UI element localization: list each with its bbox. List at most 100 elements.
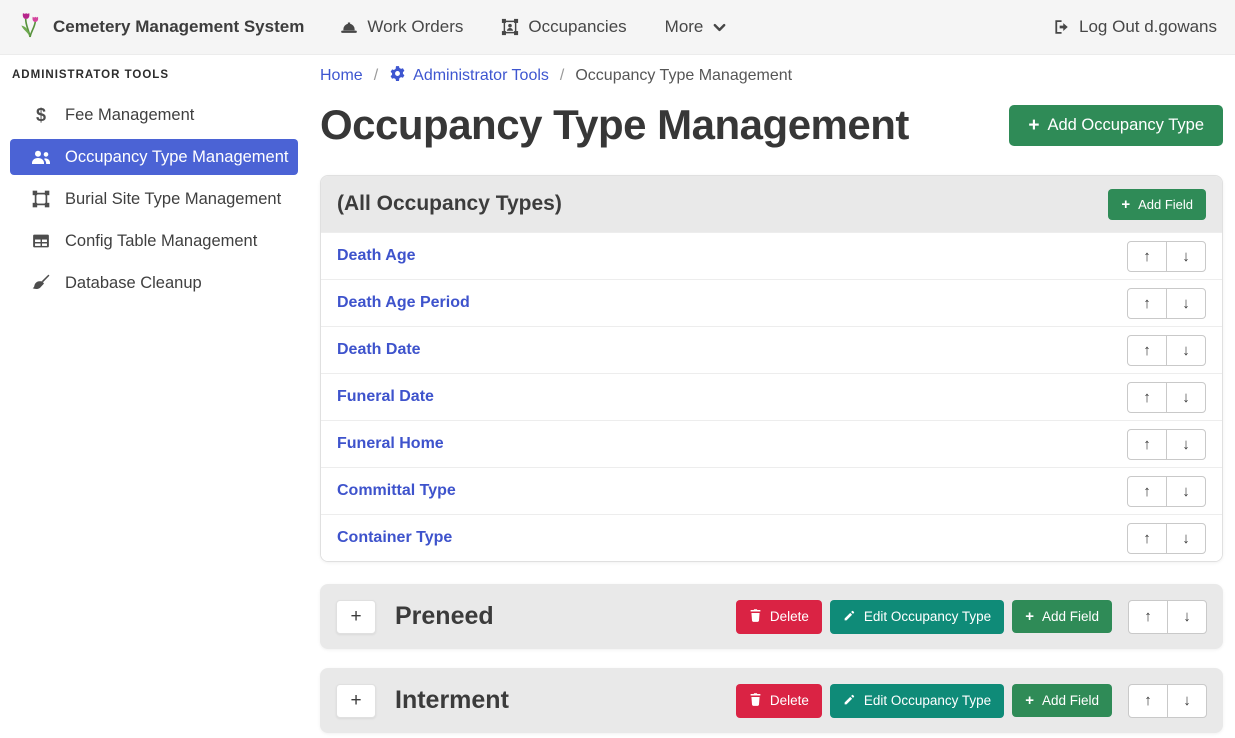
- section-title: Preneed: [395, 602, 494, 631]
- main-content: Home / Administrator Tools / Occupancy T…: [320, 55, 1223, 738]
- field-link-funeral-date[interactable]: Funeral Date: [337, 388, 434, 406]
- nav-item-more[interactable]: More: [665, 17, 728, 37]
- field-row: Funeral Date ↑ ↓: [321, 373, 1222, 420]
- plus-icon: +: [1121, 197, 1130, 212]
- dollar-icon: $: [30, 105, 52, 126]
- arrow-down-icon: ↓: [1183, 692, 1191, 709]
- all-occupancy-types-card: (All Occupancy Types) + Add Field Death …: [320, 175, 1223, 562]
- field-link-death-date[interactable]: Death Date: [337, 341, 421, 359]
- move-up-button[interactable]: ↑: [1127, 382, 1167, 413]
- edit-occupancy-type-button[interactable]: Edit Occupancy Type: [830, 600, 1004, 634]
- sidebar-item-occupancy-type-management[interactable]: Occupancy Type Management: [10, 139, 298, 175]
- move-down-button[interactable]: ↓: [1166, 476, 1206, 507]
- add-field-label: Add Field: [1042, 609, 1099, 624]
- arrow-up-icon: ↑: [1143, 342, 1151, 359]
- move-down-button[interactable]: ↓: [1166, 241, 1206, 272]
- move-up-button[interactable]: ↑: [1127, 523, 1167, 554]
- move-down-button[interactable]: ↓: [1167, 600, 1207, 634]
- move-up-button[interactable]: ↑: [1127, 241, 1167, 272]
- section-preneed: + Preneed Delete Edit Occupanc: [320, 584, 1223, 649]
- move-group: ↑ ↓: [1128, 684, 1207, 718]
- expand-button[interactable]: +: [336, 600, 376, 634]
- arrow-up-icon: ↑: [1143, 295, 1151, 312]
- sidebar-item-burial-site-type-management[interactable]: Burial Site Type Management: [10, 181, 298, 217]
- sidebar: ADMINISTRATOR TOOLS $ Fee Management Occ…: [0, 55, 310, 738]
- move-up-button[interactable]: ↑: [1127, 335, 1167, 366]
- move-up-button[interactable]: ↑: [1127, 288, 1167, 319]
- move-up-button[interactable]: ↑: [1127, 429, 1167, 460]
- users-icon: [30, 149, 52, 165]
- sidebar-item-config-table-management[interactable]: Config Table Management: [10, 223, 298, 259]
- breadcrumb-current: Occupancy Type Management: [575, 67, 792, 85]
- delete-button[interactable]: Delete: [736, 684, 822, 718]
- breadcrumb-home-link[interactable]: Home: [320, 67, 363, 85]
- plus-icon: +: [350, 690, 361, 712]
- nav-item-label: Work Orders: [367, 17, 463, 37]
- move-group: ↑ ↓: [1127, 335, 1206, 366]
- arrow-down-icon: ↓: [1183, 608, 1191, 625]
- move-group: ↑ ↓: [1127, 429, 1206, 460]
- nav-item-work-orders[interactable]: Work Orders: [340, 17, 463, 37]
- move-down-button[interactable]: ↓: [1166, 288, 1206, 319]
- logout-label: Log Out d.gowans: [1079, 17, 1217, 37]
- breadcrumb: Home / Administrator Tools / Occupancy T…: [320, 65, 1223, 87]
- plus-icon: +: [350, 606, 361, 628]
- move-up-button[interactable]: ↑: [1128, 600, 1168, 634]
- field-link-funeral-home[interactable]: Funeral Home: [337, 435, 444, 453]
- arrow-down-icon: ↓: [1182, 342, 1190, 359]
- move-down-button[interactable]: ↓: [1166, 382, 1206, 413]
- delete-button[interactable]: Delete: [736, 600, 822, 634]
- add-field-button[interactable]: + Add Field: [1108, 189, 1206, 220]
- sidebar-item-label: Fee Management: [65, 106, 194, 125]
- field-link-container-type[interactable]: Container Type: [337, 529, 452, 547]
- move-down-button[interactable]: ↓: [1167, 684, 1207, 718]
- move-down-button[interactable]: ↓: [1166, 523, 1206, 554]
- field-row: Container Type ↑ ↓: [321, 514, 1222, 561]
- field-row: Funeral Home ↑ ↓: [321, 420, 1222, 467]
- sidebar-item-database-cleanup[interactable]: Database Cleanup: [10, 265, 298, 301]
- broom-icon: [30, 274, 52, 292]
- arrow-up-icon: ↑: [1143, 530, 1151, 547]
- nav-item-label: More: [665, 17, 704, 37]
- pencil-icon: [843, 693, 856, 709]
- nav-item-logout[interactable]: Log Out d.gowans: [1052, 17, 1217, 37]
- expand-button[interactable]: +: [336, 684, 376, 718]
- field-link-death-age[interactable]: Death Age: [337, 247, 416, 265]
- sidebar-item-fee-management[interactable]: $ Fee Management: [10, 97, 298, 133]
- breadcrumb-admin-tools-link[interactable]: Administrator Tools: [389, 65, 549, 87]
- sign-out-icon: [1052, 18, 1070, 36]
- pencil-icon: [843, 609, 856, 625]
- section-actions: Delete Edit Occupancy Type + Add Field ↑…: [736, 684, 1207, 718]
- arrow-down-icon: ↓: [1182, 295, 1190, 312]
- trash-icon: [749, 609, 762, 625]
- edit-occupancy-type-button[interactable]: Edit Occupancy Type: [830, 684, 1004, 718]
- move-up-button[interactable]: ↑: [1128, 684, 1168, 718]
- trash-icon: [749, 693, 762, 709]
- top-navbar: Cemetery Management System Work Orders: [0, 0, 1235, 55]
- arrow-up-icon: ↑: [1143, 389, 1151, 406]
- move-down-button[interactable]: ↓: [1166, 335, 1206, 366]
- arrow-up-icon: ↑: [1143, 248, 1151, 265]
- section-actions: Delete Edit Occupancy Type + Add Field ↑…: [736, 600, 1207, 634]
- move-group: ↑ ↓: [1128, 600, 1207, 634]
- nav-item-occupancies[interactable]: Occupancies: [501, 17, 626, 37]
- move-up-button[interactable]: ↑: [1127, 476, 1167, 507]
- arrow-up-icon: ↑: [1143, 483, 1151, 500]
- move-group: ↑ ↓: [1127, 382, 1206, 413]
- section-title: Interment: [395, 686, 509, 715]
- all-occupancy-types-header: (All Occupancy Types) + Add Field: [321, 176, 1222, 232]
- add-occupancy-type-button[interactable]: + Add Occupancy Type: [1009, 105, 1223, 146]
- move-group: ↑ ↓: [1127, 476, 1206, 507]
- move-down-button[interactable]: ↓: [1166, 429, 1206, 460]
- add-occupancy-type-label: Add Occupancy Type: [1047, 116, 1204, 135]
- field-link-committal-type[interactable]: Committal Type: [337, 482, 456, 500]
- move-group: ↑ ↓: [1127, 288, 1206, 319]
- add-field-button[interactable]: + Add Field: [1012, 684, 1112, 717]
- add-field-button[interactable]: + Add Field: [1012, 600, 1112, 633]
- brand[interactable]: Cemetery Management System: [18, 10, 304, 44]
- field-link-death-age-period[interactable]: Death Age Period: [337, 294, 470, 312]
- chevron-down-icon: [712, 20, 727, 35]
- tulip-logo-icon: [18, 10, 43, 44]
- field-row: Death Age Period ↑ ↓: [321, 279, 1222, 326]
- field-row: Death Age ↑ ↓: [321, 232, 1222, 279]
